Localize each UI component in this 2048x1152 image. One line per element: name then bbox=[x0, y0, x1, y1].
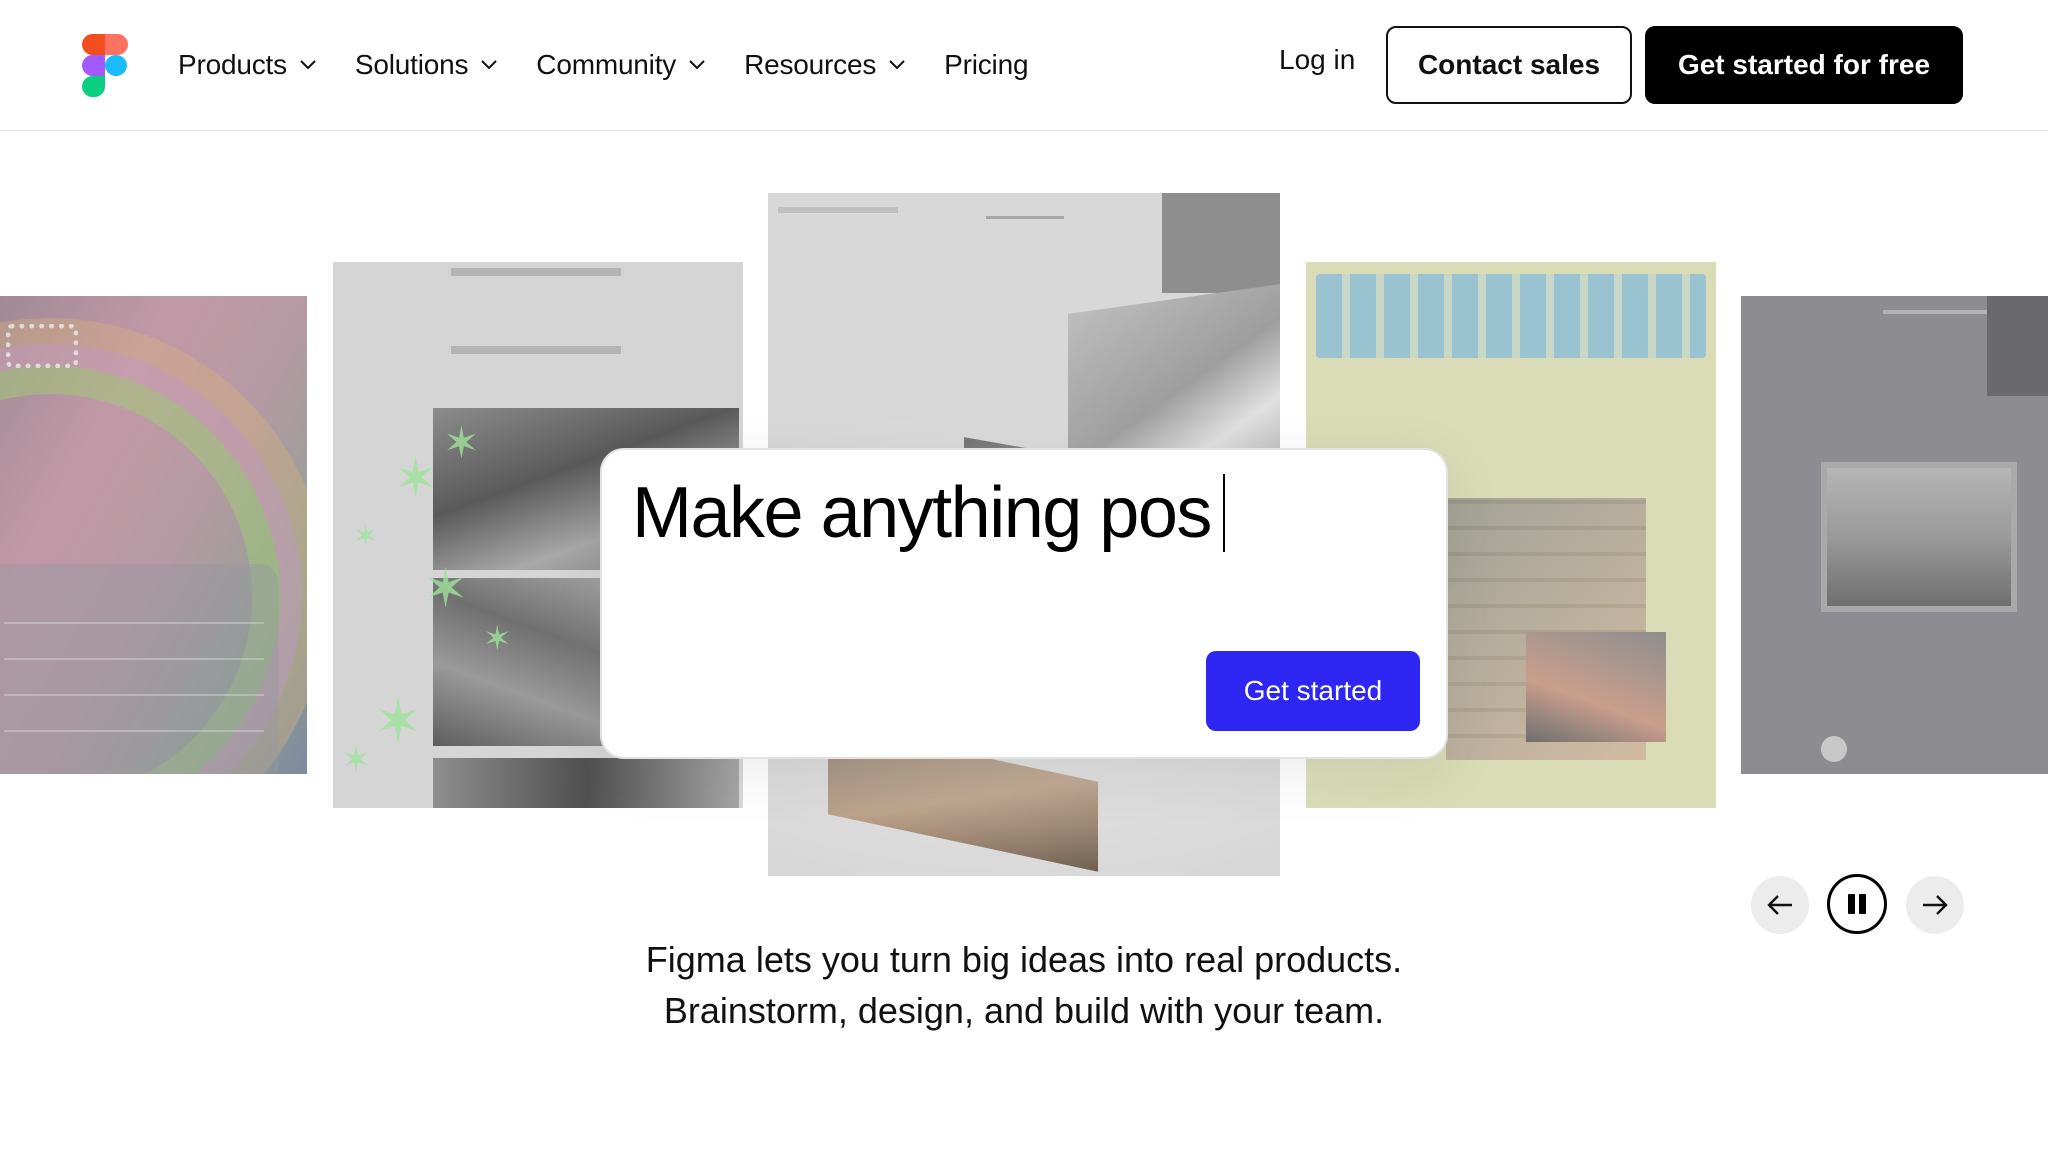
nav-products-label: Products bbox=[178, 49, 287, 80]
nav-community-label: Community bbox=[536, 49, 677, 80]
main-nav: Products Solutions Community Resources P… bbox=[178, 40, 1066, 90]
chevron-down-icon bbox=[481, 60, 498, 70]
get-started-free-button[interactable]: Get started for free bbox=[1645, 26, 1963, 104]
contact-sales-button[interactable]: Contact sales bbox=[1386, 26, 1632, 104]
tagline-line-1: Figma lets you turn big ideas into real … bbox=[645, 939, 1403, 980]
hero-tagline: Figma lets you turn big ideas into real … bbox=[0, 934, 2048, 1036]
rhythm-dance-heading bbox=[451, 268, 621, 354]
prompt-input[interactable]: Make anything pos bbox=[632, 472, 1225, 554]
carousel-card-collectiv bbox=[1741, 296, 2048, 774]
site-header: Products Solutions Community Resources P… bbox=[0, 0, 2048, 131]
nav-pricing-label: Pricing bbox=[944, 49, 1029, 80]
nav-resources-label: Resources bbox=[744, 49, 877, 80]
prompt-text: Make anything pos bbox=[632, 473, 1212, 553]
nav-community[interactable]: Community bbox=[536, 49, 706, 81]
login-link[interactable]: Log in bbox=[1279, 44, 1355, 76]
gallerette-wordmark bbox=[986, 203, 1064, 219]
carousel-card-weather-app bbox=[0, 296, 307, 774]
tagline-line-2: Brainstorm, design, and build with your … bbox=[663, 990, 1385, 1031]
star-icon: ✶ bbox=[393, 449, 439, 509]
pause-icon bbox=[1848, 894, 1866, 914]
nav-pricing[interactable]: Pricing bbox=[944, 49, 1028, 81]
star-icon: ✶ bbox=[443, 419, 480, 468]
nav-solutions[interactable]: Solutions bbox=[355, 49, 498, 81]
carousel-pause-button[interactable] bbox=[1827, 874, 1887, 934]
chevron-down-icon bbox=[300, 60, 316, 70]
star-icon: ✶ bbox=[341, 739, 372, 780]
nav-solutions-label: Solutions bbox=[354, 49, 469, 80]
get-started-button[interactable]: Get started bbox=[1206, 651, 1420, 731]
arrow-right-icon bbox=[1923, 895, 1948, 915]
star-icon: ✶ bbox=[373, 688, 424, 755]
chevron-down-icon bbox=[889, 60, 905, 70]
text-caret bbox=[1222, 474, 1225, 552]
architecture-image bbox=[1821, 462, 2017, 612]
gallery-image bbox=[1162, 193, 1280, 293]
food-works-title bbox=[1316, 274, 1706, 358]
temperature-display bbox=[6, 324, 78, 368]
star-icon: ✶ bbox=[353, 520, 379, 553]
star-icon: ✶ bbox=[423, 559, 469, 619]
star-icon: ✶ bbox=[483, 620, 512, 658]
arrow-left-icon bbox=[1767, 895, 1792, 915]
nav-resources[interactable]: Resources bbox=[744, 49, 906, 81]
chevron-down-icon bbox=[689, 60, 705, 70]
photo-collage bbox=[1526, 632, 1666, 742]
collectiv-image bbox=[1987, 296, 2048, 396]
figma-logo-icon[interactable] bbox=[82, 34, 128, 98]
nav-products[interactable]: Products bbox=[178, 49, 317, 81]
gallery-nav bbox=[778, 207, 898, 213]
locations-panel bbox=[0, 564, 278, 774]
prompt-box[interactable]: Make anything pos Get started bbox=[600, 448, 1448, 759]
collectiv-wordmark bbox=[1883, 310, 1993, 314]
play-dot bbox=[1821, 736, 1847, 762]
carousel-prev-button[interactable] bbox=[1751, 876, 1809, 934]
carousel-next-button[interactable] bbox=[1906, 876, 1964, 934]
